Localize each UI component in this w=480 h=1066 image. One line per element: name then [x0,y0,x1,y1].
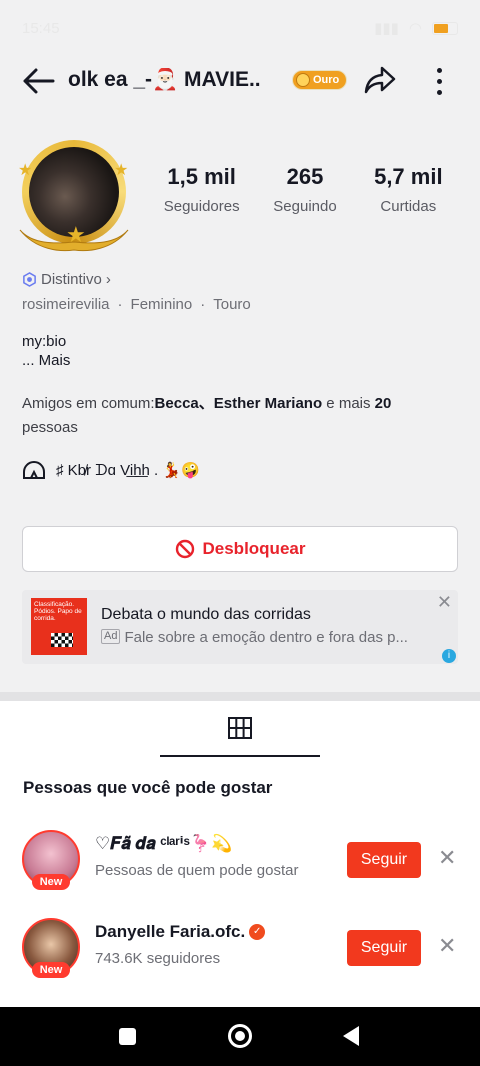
suggestions-section: Pessoas que você pode gostar New ♡𝑭𝒂̃ 𝒅𝒂… [0,757,480,1007]
new-badge: New [32,874,70,890]
suggested-user-subtitle: Pessoas de quem pode gostar [95,862,299,879]
tier-badge-label: Ouro [313,74,340,86]
coin-icon [296,73,310,87]
share-icon [364,66,396,94]
ad-image: Classificação. Pódios. Papo de corrida. [31,598,87,655]
signal-icon: ▮▮▮ [374,20,399,37]
badge-label: Distintivo [41,271,102,288]
ad-tag: Ad [101,629,121,644]
recent-apps-icon[interactable] [119,1028,136,1045]
stat-label: Seguindo [273,198,337,215]
suggested-user-name: ♡𝑭𝒂̃ 𝒅𝒂 ᶜˡᵃʳⁱˢ🦩💫 [95,834,232,854]
star-icon: ★ [18,162,33,179]
close-icon[interactable]: ✕ [438,934,456,958]
stat-value: 5,7 mil [374,164,443,189]
verified-icon: ✓ [249,924,266,940]
more-dot-icon [436,78,442,84]
new-badge: New [32,962,70,978]
follow-button[interactable]: Seguir [347,842,421,878]
suggestions-title: Pessoas que você pode gostar [23,778,273,797]
more-options-button[interactable] [426,64,452,98]
suggested-user-subtitle: 743.6K seguidores [95,950,221,967]
status-icons: ▮▮▮ ◠ [374,19,458,37]
star-icon: ★ [66,222,86,247]
battery-icon [432,21,458,35]
bio-more-link[interactable]: ... Mais [22,351,70,370]
wifi-icon: ◠ [408,20,422,37]
share-button[interactable] [362,62,398,98]
friends-suffix: pessoas [22,419,78,436]
unblock-label: Desbloquear [202,539,306,558]
profile-stats: 1,5 mil Seguidores 265 Seguindo 5,7 mil … [150,164,460,215]
close-icon[interactable]: ✕ [437,592,452,613]
ad-description: Fale sobre a emoção dentro e fora das p.… [124,629,408,646]
mutual-friends[interactable]: Amigos em comum:Becca、Esther Mariano e m… [22,392,442,440]
star-icon: ★ [114,162,129,179]
suggested-user[interactable]: New ♡𝑭𝒂̃ 𝒅𝒂 ᶜˡᵃʳⁱˢ🦩💫 Pessoas de quem pod… [0,830,480,890]
username: rosimeirevilia [22,296,110,313]
friends-prefix: Amigos em comum: [22,395,155,412]
back-button[interactable] [20,64,56,98]
meta-separator: · [200,296,206,313]
badge-link[interactable]: Distintivo › [22,271,111,288]
stat-following[interactable]: 265 Seguindo [253,164,356,215]
status-time: 15:45 [22,19,60,37]
gender: Feminino [130,296,193,313]
ad-banner[interactable]: Classificação. Pódios. Papo de corrida. … [22,590,458,664]
dome-icon [23,461,45,479]
home-icon[interactable] [228,1024,252,1048]
chevron-right-icon: › [105,271,111,288]
stat-followers[interactable]: 1,5 mil Seguidores [150,164,253,215]
ad-description-row: Ad Fale sobre a emoção dentro e fora das… [101,629,436,646]
friends-mid: e mais [322,395,375,412]
content-tabs [0,701,480,757]
checkered-flag-icon [51,633,73,647]
stat-value: 265 [286,164,324,189]
tab-videos-grid[interactable] [160,701,320,757]
ad-image-text: Classificação. Pódios. Papo de corrida. [34,601,82,622]
profile-link[interactable]: ♯ Kb̸r ᗪɑ Vi͟h͟h . 💃🤪 [22,460,200,480]
more-dot-icon [436,89,442,95]
stat-likes[interactable]: 5,7 mil Curtidas [357,164,460,215]
hexagon-badge-icon [23,272,36,287]
bio-text: my:bio [22,333,67,350]
top-bar: olk ea _-🎅🏻 MAVIE.. Ouro [0,56,480,106]
tier-badge[interactable]: Ouro [292,70,348,90]
user-name: ♡𝑭𝒂̃ 𝒅𝒂 ᶜˡᵃʳⁱˢ🦩💫 [95,834,233,853]
profile-avatar[interactable]: ★ ★ ★ [16,138,132,254]
unblock-button[interactable]: Desbloquear [22,526,458,572]
zodiac-sign: Touro [213,296,251,313]
info-icon[interactable]: i [442,649,456,663]
friend-name: Esther Mariano [213,395,323,412]
suggested-user[interactable]: New Danyelle Faria.ofc. ✓ 743.6K seguido… [0,918,480,978]
profile-bio: my:bio ... Mais [22,332,70,370]
block-icon [175,539,194,559]
page-title: olk ea _-🎅🏻 MAVIE.. [68,68,261,91]
stat-label: Curtidas [380,198,437,215]
stat-label: Seguidores [163,198,240,215]
follow-button[interactable]: Seguir [347,930,421,966]
meta-separator: · [117,296,123,313]
user-name: Danyelle Faria.ofc. [95,922,246,941]
friend-name: Becca [154,395,199,412]
profile-link-text: ♯ Kb̸r ᗪɑ Vi͟h͟h . 💃🤪 [56,462,200,479]
suggested-user-name: Danyelle Faria.ofc. ✓ [95,922,266,942]
more-dot-icon [436,67,442,73]
back-arrow-icon [23,68,55,94]
profile-meta: rosimeirevilia · Feminino · Touro [22,296,251,313]
friend-separator: 、 [198,395,214,412]
ad-title: Debata o mundo das corridas [101,606,311,623]
status-bar: 15:45 ▮▮▮ ◠ [0,0,480,56]
grid-icon [228,717,252,739]
friends-count: 20 [374,395,392,412]
section-divider [0,692,480,701]
stat-value: 1,5 mil [167,164,236,189]
close-icon[interactable]: ✕ [438,846,456,870]
system-nav-bar [0,1007,480,1066]
back-triangle-icon[interactable] [343,1026,359,1046]
